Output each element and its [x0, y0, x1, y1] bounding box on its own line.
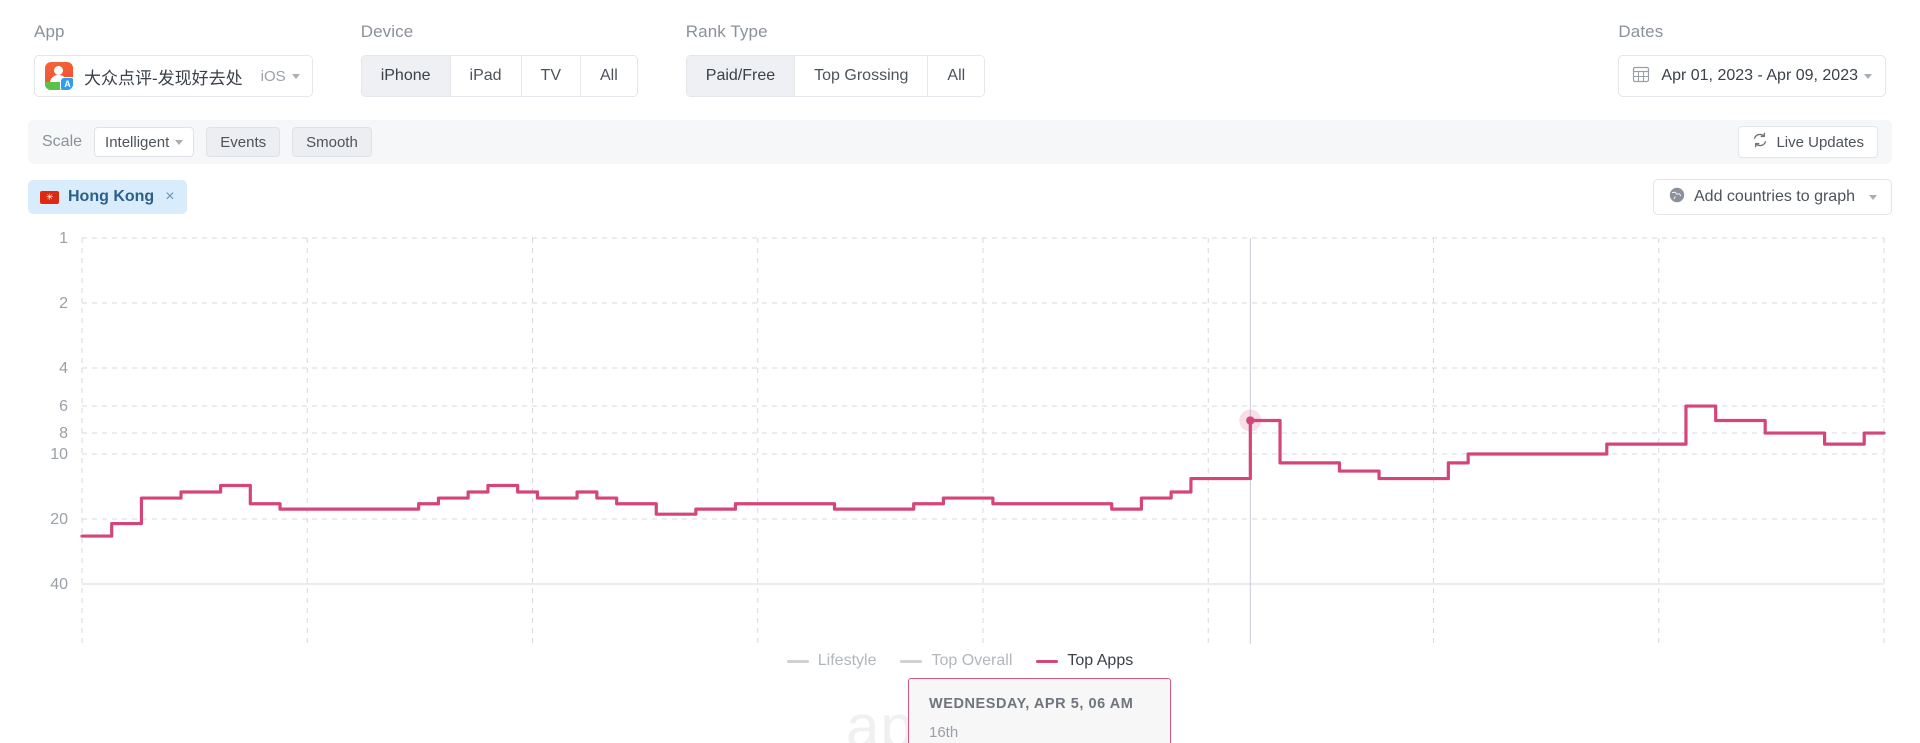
refresh-icon — [1752, 132, 1768, 152]
device-segmented-control: iPhone iPad TV All — [360, 55, 638, 97]
calendar-icon — [1632, 65, 1650, 88]
legend-item-top-apps[interactable]: Top Apps — [1036, 652, 1133, 670]
date-range-picker[interactable]: Apr 01, 2023 - Apr 09, 2023 — [1618, 55, 1886, 97]
chevron-down-icon[interactable] — [175, 139, 184, 145]
globe-icon — [1668, 186, 1686, 209]
dates-filter-group: Dates Apr 01, 2023 - Apr 09, 2023 — [1618, 22, 1886, 97]
events-toggle-button[interactable]: Events — [206, 127, 281, 157]
filter-bar: App A 大众点评-发现好去处 iOS Device iPhone iPad … — [0, 0, 1920, 120]
tooltip-rank: 16th — [929, 724, 959, 741]
scale-toolbar: Scale Intelligent Events Smooth Live Upd… — [28, 120, 1892, 164]
device-option-all[interactable]: All — [581, 56, 637, 96]
rank-type-option-top-grossing[interactable]: Top Grossing — [795, 56, 929, 96]
scale-label: Scale — [42, 133, 83, 150]
live-updates-button[interactable]: Live Updates — [1738, 126, 1878, 158]
app-platform: iOS — [260, 67, 286, 85]
rank-type-option-all[interactable]: All — [928, 56, 985, 96]
chart-legend: Lifestyle Top Overall Top Apps — [0, 652, 1920, 670]
y-axis-tick-label: 6 — [59, 398, 68, 415]
chart-canvas[interactable]: 1 2 4 6 8 10 20 40 — [0, 226, 1920, 646]
close-icon[interactable]: × — [165, 189, 174, 205]
legend-label: Top Apps — [1067, 652, 1134, 669]
device-filter-label: Device — [360, 22, 414, 41]
rank-chart: appfigures 12468102040 WEDNESDAY, APR 5,… — [0, 226, 1920, 743]
legend-dash-icon — [1036, 659, 1059, 663]
scale-select[interactable]: Intelligent — [94, 127, 195, 157]
chevron-down-icon[interactable] — [291, 73, 300, 79]
app-store-badge-icon: A — [60, 77, 73, 90]
scale-select-value: Intelligent — [105, 133, 170, 151]
dates-filter-label: Dates — [1618, 22, 1664, 41]
legend-dash-icon — [786, 659, 809, 663]
rank-type-option-paid-free[interactable]: Paid/Free — [686, 56, 796, 96]
app-name: 大众点评-发现好去处 — [84, 68, 243, 88]
y-axis-tick-label: 40 — [50, 576, 68, 593]
smooth-toggle-button[interactable]: Smooth — [292, 127, 372, 157]
rank-type-segmented-control: Paid/Free Top Grossing All — [685, 55, 986, 97]
y-axis-tick-label: 2 — [59, 295, 68, 312]
highlighted-data-point[interactable] — [1246, 416, 1255, 425]
chevron-down-icon[interactable] — [1864, 73, 1872, 79]
country-chip-hong-kong[interactable]: ✳ Hong Kong × — [28, 180, 187, 214]
legend-label: Top Overall — [931, 652, 1013, 669]
date-range-value: Apr 01, 2023 - Apr 09, 2023 — [1661, 67, 1858, 84]
rank-type-filter-group: Rank Type Paid/Free Top Grossing All — [685, 22, 986, 97]
device-option-iphone[interactable]: iPhone — [361, 56, 451, 96]
add-countries-button[interactable]: Add countries to graph — [1653, 179, 1892, 215]
app-filter-label: App — [34, 22, 65, 41]
add-countries-label: Add countries to graph — [1694, 188, 1855, 205]
y-axis-tick-label: 20 — [50, 511, 68, 528]
device-option-tv[interactable]: TV — [521, 56, 581, 96]
legend-label: Lifestyle — [817, 652, 877, 669]
app-filter-group: App A 大众点评-发现好去处 iOS — [34, 22, 313, 97]
chart-tooltip: WEDNESDAY, APR 5, 06 AM 16th in top apps — [908, 678, 1171, 743]
legend-dash-icon — [900, 659, 923, 663]
tooltip-date: WEDNESDAY, APR 5, 06 AM — [929, 696, 1134, 712]
y-axis-tick-label: 8 — [59, 425, 68, 442]
y-axis-tick-label: 10 — [50, 446, 68, 463]
rank-type-filter-label: Rank Type — [685, 22, 768, 41]
app-logo-icon: A — [45, 62, 73, 90]
legend-item-top-overall[interactable]: Top Overall — [900, 652, 1012, 670]
device-filter-group: Device iPhone iPad TV All — [360, 22, 638, 97]
chevron-down-icon[interactable] — [1869, 194, 1877, 200]
live-updates-label: Live Updates — [1776, 133, 1864, 151]
country-chip-label: Hong Kong — [68, 188, 155, 205]
device-option-ipad[interactable]: iPad — [450, 56, 522, 96]
hong-kong-flag-icon: ✳ — [40, 190, 59, 204]
app-picker[interactable]: A 大众点评-发现好去处 iOS — [34, 55, 313, 97]
y-axis-tick-label: 1 — [59, 230, 68, 247]
legend-item-lifestyle[interactable]: Lifestyle — [786, 652, 877, 670]
country-chip-row: ✳ Hong Kong × Add countries to graph — [28, 178, 1892, 216]
y-axis-tick-label: 4 — [59, 360, 68, 377]
